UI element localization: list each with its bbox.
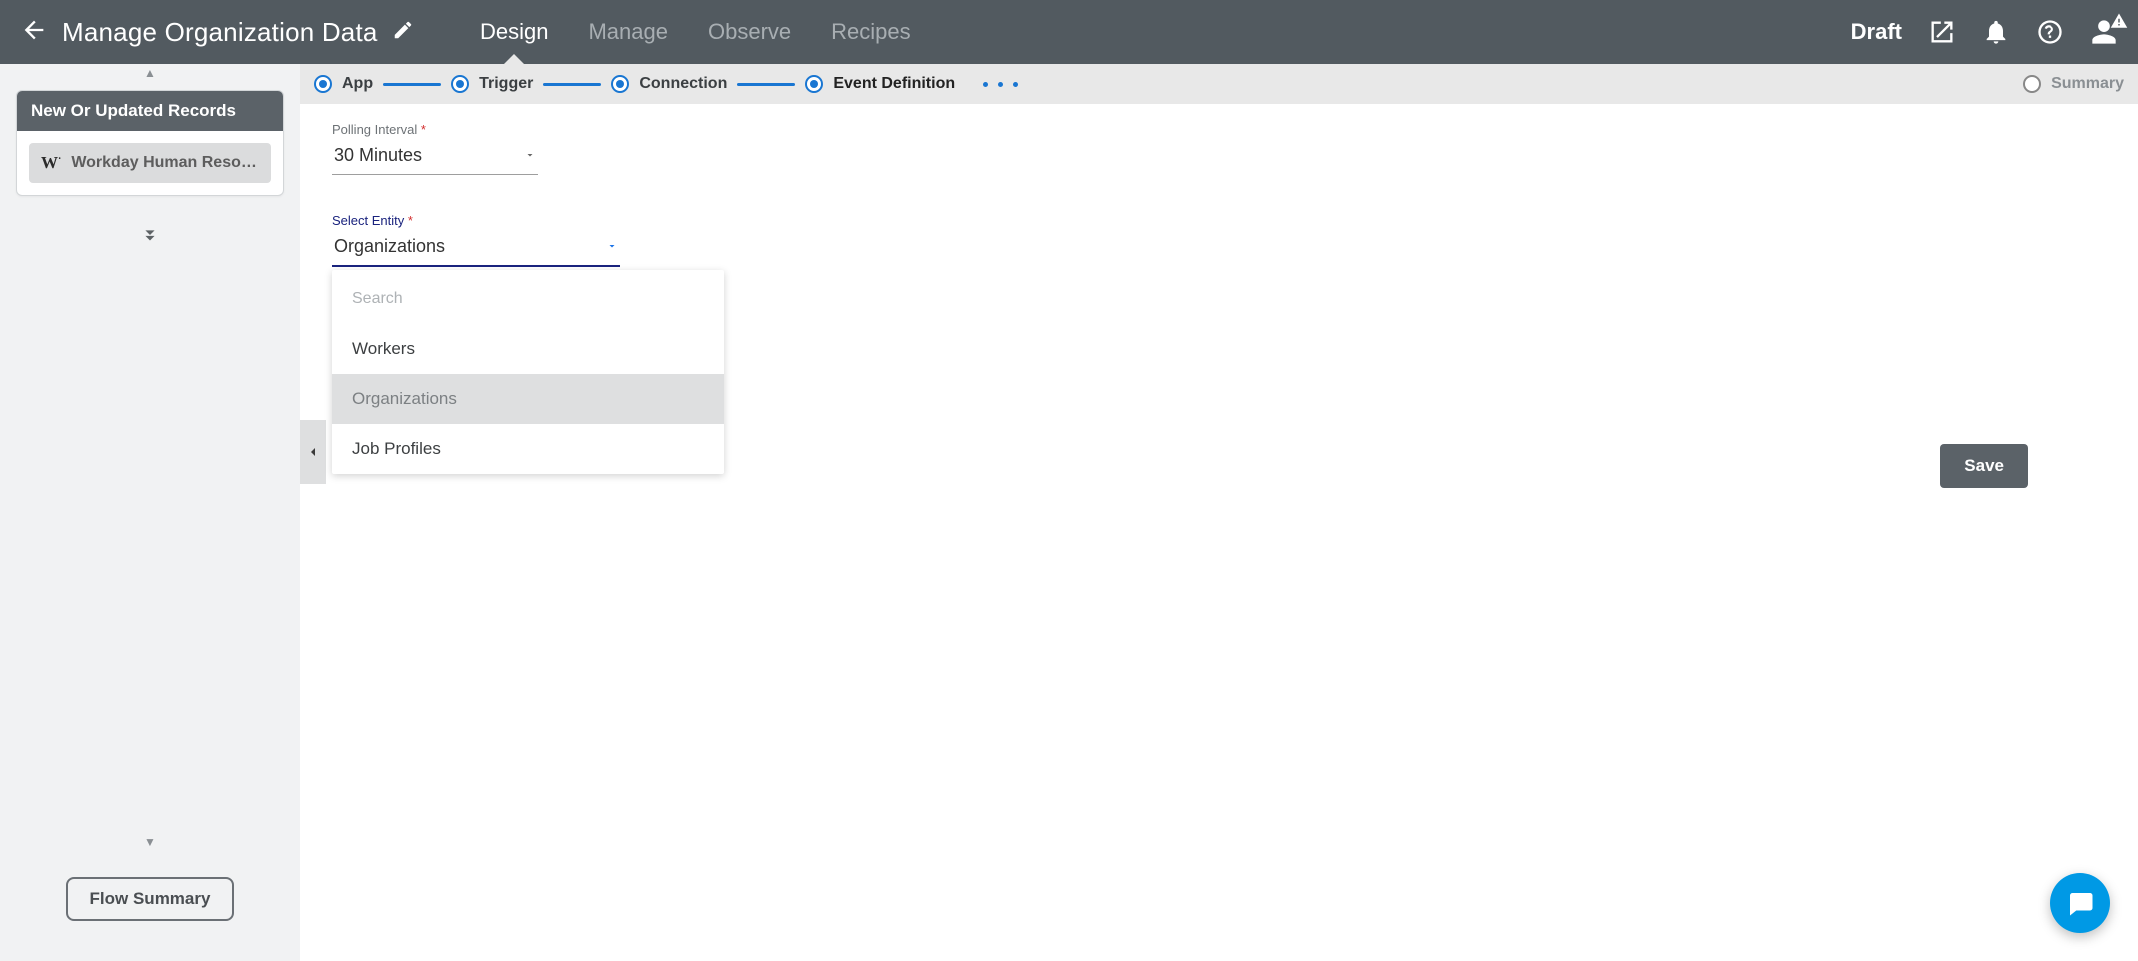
dropdown-search-input[interactable] [332,274,724,324]
step-connector-line [383,83,441,86]
workday-icon: W· [41,153,61,173]
trigger-card: New Or Updated Records W· Workday Human … [16,90,284,196]
step-connection[interactable]: Connection [611,75,727,93]
warning-badge-icon [2110,12,2128,30]
select-value: Organizations [334,236,445,257]
trigger-card-body: W· Workday Human Resource [17,131,283,195]
left-panel: ▲ New Or Updated Records W· Workday Huma… [0,64,300,961]
step-trigger[interactable]: Trigger [451,75,533,93]
step-connector-line [737,83,795,86]
topbar-tabs: Design Manage Observe Recipes [480,1,911,63]
field-label: Polling Interval * [332,122,2106,137]
field-label: Select Entity * [332,213,2106,228]
tab-observe[interactable]: Observe [708,1,791,63]
step-label: Summary [2051,75,2124,93]
tab-recipes[interactable]: Recipes [831,1,910,63]
step-app[interactable]: App [314,75,373,93]
radio-empty-icon [2023,75,2041,93]
polling-interval-field: Polling Interval * 30 Minutes [332,122,2106,175]
step-label: Event Definition [833,75,955,93]
main-panel: App Trigger Connection Event Definition [300,64,2138,961]
back-arrow-icon[interactable] [20,16,48,49]
caret-down-icon [606,236,618,257]
select-entity-select[interactable]: Organizations [332,232,620,267]
step-label: Trigger [479,75,533,93]
topbar-left: Manage Organization Data [20,16,460,49]
expand-chevrons-icon[interactable] [0,224,300,251]
open-external-icon[interactable] [1928,18,1956,46]
trigger-card-title: New Or Updated Records [17,91,283,131]
tab-design[interactable]: Design [480,1,548,63]
step-connector-line [543,83,601,86]
form-area: Polling Interval * 30 Minutes Select Ent… [300,104,2138,285]
caret-down-icon [524,145,536,166]
radio-filled-icon [805,75,823,93]
flow-summary-wrap: Flow Summary [0,851,300,961]
step-dots-icon [983,82,1018,87]
body-layout: ▲ New Or Updated Records W· Workday Huma… [0,64,2138,961]
step-label: Connection [639,75,727,93]
user-icon[interactable] [2090,18,2118,46]
radio-filled-icon [314,75,332,93]
scroll-down-icon[interactable]: ▼ [0,833,300,851]
status-badge: Draft [1851,19,1902,45]
step-event-definition[interactable]: Event Definition [805,75,955,93]
entity-dropdown: Workers Organizations Job Profiles [332,270,724,474]
page-title: Manage Organization Data [62,17,378,48]
flow-summary-button[interactable]: Flow Summary [66,877,235,921]
collapse-handle[interactable] [300,420,326,484]
scroll-up-icon[interactable]: ▲ [0,64,300,82]
radio-filled-icon [611,75,629,93]
dropdown-option-workers[interactable]: Workers [332,324,724,374]
dropdown-option-job-profiles[interactable]: Job Profiles [332,424,724,474]
edit-icon[interactable] [392,19,414,46]
tab-manage[interactable]: Manage [588,1,668,63]
select-entity-field: Select Entity * Organizations [332,213,2106,267]
bell-icon[interactable] [1982,18,2010,46]
help-icon[interactable] [2036,18,2064,46]
chat-fab[interactable] [2050,873,2110,933]
connector-label: Workday Human Resource [71,154,259,172]
step-summary[interactable]: Summary [2023,75,2124,93]
top-bar: Manage Organization Data Design Manage O… [0,0,2138,64]
radio-filled-icon [451,75,469,93]
connector-block[interactable]: W· Workday Human Resource [29,143,271,183]
dropdown-option-organizations[interactable]: Organizations [332,374,724,424]
polling-interval-select[interactable]: 30 Minutes [332,141,538,175]
step-label: App [342,75,373,93]
select-value: 30 Minutes [334,145,422,166]
save-button[interactable]: Save [1940,444,2028,488]
step-bar: App Trigger Connection Event Definition [300,64,2138,104]
topbar-right: Draft [1851,18,2118,46]
